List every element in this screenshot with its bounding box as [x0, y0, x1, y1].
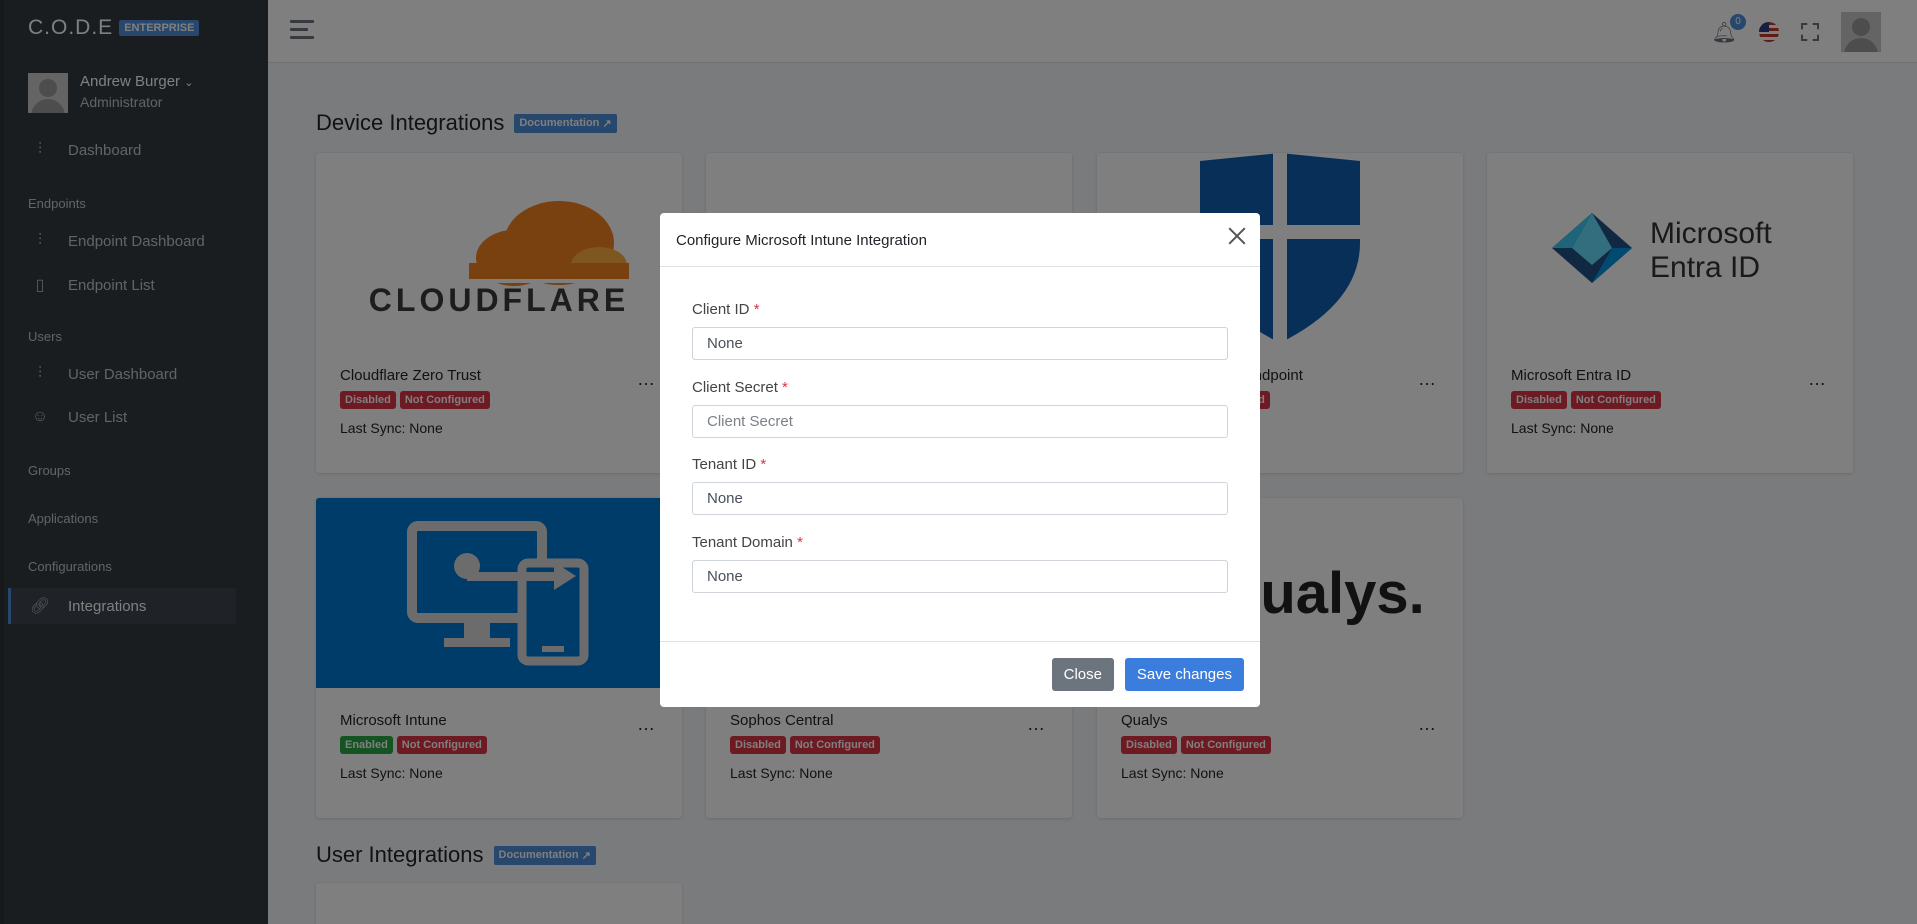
- tenant-id-label: Tenant ID *: [692, 456, 767, 473]
- tenant-id-group: Tenant ID *: [692, 456, 1228, 515]
- close-icon[interactable]: [1228, 227, 1246, 245]
- configure-modal: Configure Microsoft Intune Integration C…: [660, 213, 1260, 707]
- client-secret-group: Client Secret *: [692, 379, 1228, 438]
- client-id-input[interactable]: [692, 327, 1228, 360]
- client-id-group: Client ID *: [692, 301, 1228, 360]
- modal-title: Configure Microsoft Intune Integration: [676, 232, 927, 249]
- save-button[interactable]: Save changes: [1124, 658, 1244, 691]
- tenant-domain-label: Tenant Domain *: [692, 534, 803, 551]
- tenant-domain-input[interactable]: [692, 560, 1228, 593]
- tenant-id-input[interactable]: [692, 482, 1228, 515]
- client-secret-label: Client Secret *: [692, 379, 788, 396]
- tenant-domain-group: Tenant Domain *: [692, 534, 1228, 593]
- client-secret-input[interactable]: [692, 405, 1228, 438]
- client-id-label: Client ID *: [692, 301, 760, 318]
- close-button[interactable]: Close: [1051, 658, 1114, 691]
